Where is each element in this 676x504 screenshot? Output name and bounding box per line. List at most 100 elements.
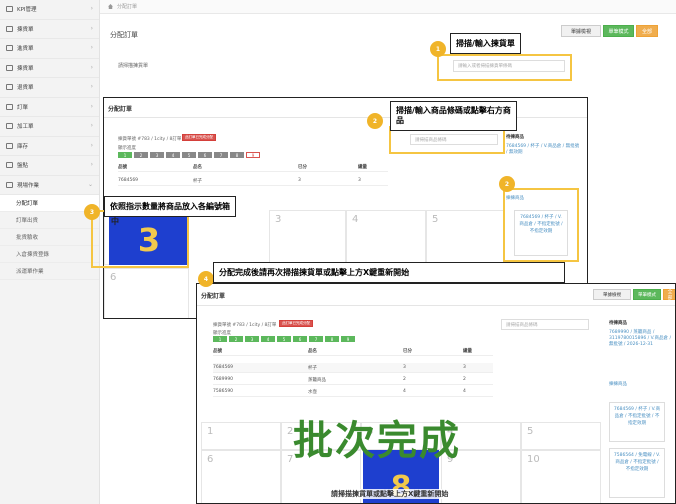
progress-step[interactable]: 2 xyxy=(134,152,148,158)
order-info: 揀貨單號 #783 / 1city / 8訂單 xyxy=(118,137,182,142)
warehouse-icon xyxy=(6,142,13,149)
bin-cell: 6 xyxy=(104,268,189,318)
sidebar-item-inventory[interactable]: 庫存 › xyxy=(0,137,99,156)
sidebar-subitem-batch-check[interactable]: 批貨驗收 xyxy=(0,229,99,246)
callout-place-items: 依照指示數量將商品放入各編號箱 xyxy=(104,196,236,217)
callout-restart: 分配完成後請再次掃描揀貨單或點擊上方X鍵重新開始 xyxy=(213,262,565,283)
step-badge: 3 xyxy=(84,204,100,220)
sidebar-item-returns[interactable]: 退貨單 › xyxy=(0,78,99,98)
cell-name: 杯子 xyxy=(308,365,317,371)
order-info: 揀貨單號 #783 / 1city / 8訂單 xyxy=(213,323,277,328)
cell-name: 蒸籠商品 xyxy=(308,377,326,383)
cell-total: 4 xyxy=(463,389,466,394)
sidebar-item-stocktake[interactable]: 盤點 › xyxy=(0,156,99,176)
sidebar-item-receiving[interactable]: 進貨單 › xyxy=(0,39,99,59)
check-icon xyxy=(6,162,13,169)
table-row[interactable]: 7684569 杯子 3 3 xyxy=(118,176,388,186)
progress-step[interactable]: 1 xyxy=(118,152,132,158)
bin-number: 3 xyxy=(275,214,282,225)
sidebar-item-kpi[interactable]: KPI管理 › xyxy=(0,0,99,20)
table-row[interactable]: 7586590 水壺 4 4 xyxy=(213,387,493,397)
cell-total: 3 xyxy=(463,365,466,370)
progress-step[interactable]: 3 xyxy=(150,152,164,158)
sidebar-subitem-putaway[interactable]: 入倉揀貨登錄 xyxy=(0,246,99,263)
cell-assigned: 2 xyxy=(403,377,406,382)
col-total: 總量 xyxy=(463,348,472,354)
batch-complete-text: 批次完成 xyxy=(293,418,461,464)
bin-number: 5 xyxy=(527,426,534,437)
table-row[interactable]: 7684569 杯子 3 3 xyxy=(213,363,493,373)
single-mode-button[interactable]: 單筆模式 xyxy=(633,289,661,300)
progress-step[interactable]: 9 xyxy=(341,336,355,342)
progress-step[interactable]: 2 xyxy=(229,336,243,342)
product-card[interactable]: 7586564 / 免電線 / V.商品倉 / 不指定批號 / 不指定效期 xyxy=(609,448,665,498)
product-card[interactable]: 7684569 / 杯子 / V.商品倉 / 不指定批號 / 不指定效期 xyxy=(609,402,665,442)
table-header: 品號 品名 已分 總量 xyxy=(118,162,388,172)
cell-name: 杯子 xyxy=(193,178,202,184)
sidebar-item-picking-2[interactable]: 揀貨單 › xyxy=(0,59,99,78)
step-badge: 4 xyxy=(198,271,214,287)
barcode-input[interactable]: 請掃描商品條碼 xyxy=(501,319,589,330)
progress-step[interactable]: 6 xyxy=(293,336,307,342)
progress-step[interactable]: 4 xyxy=(166,152,180,158)
cell-assigned: 4 xyxy=(403,389,406,394)
table-row[interactable]: 7689990 蒸籠商品 2 2 xyxy=(213,375,493,385)
order-icon xyxy=(6,103,13,110)
progress-step[interactable]: 8 xyxy=(325,336,339,342)
pending-title: 揀揀商品 xyxy=(609,382,627,387)
bin-number: 1 xyxy=(207,426,214,437)
all-button[interactable]: 全部 xyxy=(663,289,675,301)
cell-sku: 7684569 xyxy=(118,178,139,183)
assign-order-panel-done: 分配訂單 單據檢視 單筆模式 全部 揀貨單號 #783 / 1city / 8訂… xyxy=(196,283,676,504)
progress-step[interactable]: 5 xyxy=(182,152,196,158)
progress-label: 顯示進度 xyxy=(118,146,136,151)
progress-step[interactable]: 3 xyxy=(245,336,259,342)
chevron-right-icon: › xyxy=(90,102,93,110)
cell-name: 水壺 xyxy=(308,389,317,395)
sidebar-item-label: 加工單 xyxy=(17,124,34,131)
location-icon xyxy=(6,181,13,188)
single-mode-button[interactable]: 單筆模式 xyxy=(603,25,634,37)
sidebar: KPI管理 › 揀貨單 › 進貨單 › 揀貨單 › 退貨單 › 訂單 › 加工單 › 庫存 › … xyxy=(0,0,100,504)
sidebar-item-orders[interactable]: 訂單 › xyxy=(0,98,99,117)
progress-step[interactable]: 5 xyxy=(277,336,291,342)
sidebar-item-label: 庫存 xyxy=(17,143,29,150)
chevron-right-icon: › xyxy=(90,44,93,51)
progress-step[interactable]: 7 xyxy=(214,152,228,158)
cell-total: 2 xyxy=(463,377,466,382)
all-button[interactable]: 全部 xyxy=(636,25,658,37)
order-view-button[interactable]: 單據檢視 xyxy=(561,25,601,37)
sidebar-item-picking[interactable]: 揀貨單 › xyxy=(0,20,99,39)
step-badge: 2 xyxy=(367,113,383,129)
order-status-tag: 此訂單已完成分配 xyxy=(279,320,313,327)
progress-step[interactable]: 6 xyxy=(198,152,212,158)
order-view-button[interactable]: 單據檢視 xyxy=(593,289,631,300)
page-title: 分配訂單 xyxy=(110,31,138,39)
chevron-down-icon: ⌄ xyxy=(87,180,93,188)
step-badge: 2 xyxy=(499,176,515,192)
chevron-right-icon: › xyxy=(90,5,93,12)
progress-step[interactable]: 8 xyxy=(230,152,244,158)
progress-step[interactable]: 9 xyxy=(246,152,260,158)
progress-step[interactable]: 7 xyxy=(309,336,323,342)
right-title: 待揀商品 xyxy=(506,135,524,140)
bin-number: 6 xyxy=(207,454,214,465)
chevron-right-icon: › xyxy=(90,141,93,149)
sidebar-item-onsite[interactable]: 現場作業 ⌄ xyxy=(0,176,99,195)
pending-product-text: 7689990 / 蒸籠商品 / 3119780015896 / V.商品倉 /… xyxy=(609,330,671,347)
bin-cell: 10 xyxy=(521,450,601,503)
box-icon xyxy=(6,45,13,52)
cart-icon xyxy=(6,64,13,71)
callout-line: 品 xyxy=(396,116,404,125)
progress-step[interactable]: 1 xyxy=(213,336,227,342)
home-icon[interactable] xyxy=(108,4,113,9)
sidebar-item-label: 揀貨單 xyxy=(17,26,34,33)
chevron-right-icon: › xyxy=(90,63,93,71)
chevron-right-icon: › xyxy=(90,122,93,129)
bin-cell: 6 xyxy=(201,450,281,503)
sidebar-subitem-dispatch[interactable]: 派運單作業 xyxy=(0,263,99,280)
sidebar-item-label: 退貨單 xyxy=(17,85,34,92)
progress-step[interactable]: 4 xyxy=(261,336,275,342)
sidebar-item-processing[interactable]: 加工單 › xyxy=(0,117,99,137)
list-icon xyxy=(6,25,13,32)
